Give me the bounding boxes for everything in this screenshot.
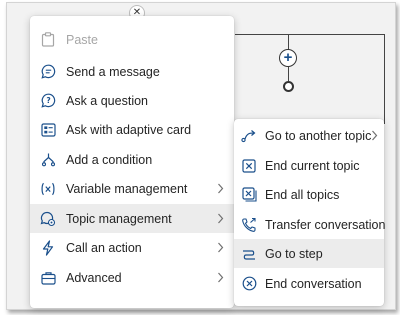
- menu-item-label: End all topics: [265, 187, 340, 202]
- menu-item-label: Call an action: [66, 240, 142, 255]
- adaptive-card-icon: [40, 122, 56, 138]
- add-node-menu: Paste Send a message ? Ask a question As…: [30, 16, 234, 308]
- question-icon: ?: [40, 93, 56, 109]
- menu-item-transfer-conversation[interactable]: Transfer conversation: [234, 210, 386, 239]
- flow-connector: [288, 34, 289, 50]
- chevron-right-icon: [214, 242, 226, 253]
- flow-end-node: [283, 81, 294, 92]
- paste-icon: [40, 32, 56, 48]
- menu-item-variable-management[interactable]: Variable management: [30, 174, 234, 203]
- chevron-right-icon: [214, 272, 226, 283]
- redirect-icon: [241, 128, 257, 144]
- menu-item-ask-adaptive-card[interactable]: Ask with adaptive card: [30, 115, 234, 144]
- menu-item-end-conversation[interactable]: End conversation: [234, 269, 384, 298]
- menu-item-label: Paste: [66, 32, 98, 47]
- menu-item-call-action[interactable]: Call an action: [30, 233, 234, 262]
- menu-item-label: Go to another topic: [265, 128, 372, 143]
- flow-connector: [288, 67, 289, 81]
- menu-item-ask-question[interactable]: ? Ask a question: [30, 86, 234, 115]
- menu-item-end-current-topic[interactable]: End current topic: [234, 151, 384, 180]
- topic-icon: [40, 211, 56, 227]
- flow-connector: [235, 34, 385, 35]
- go-to-step-icon: [241, 246, 257, 262]
- menu-item-go-to-step[interactable]: Go to step: [234, 239, 384, 268]
- menu-item-label: Send a message: [66, 64, 160, 79]
- close-box-icon: [241, 158, 257, 174]
- menu-item-label: Ask with adaptive card: [66, 122, 192, 137]
- menu-item-label: Variable management: [66, 181, 188, 196]
- briefcase-icon: [40, 270, 56, 286]
- menu-item-label: End current topic: [265, 158, 360, 173]
- menu-item-topic-management[interactable]: Topic management: [30, 204, 234, 233]
- chevron-right-icon: [214, 213, 226, 224]
- close-circle-icon: [241, 276, 257, 292]
- menu-item-end-all-topics[interactable]: End all topics: [234, 180, 384, 209]
- svg-text:?: ?: [46, 96, 50, 105]
- chevron-right-icon: [214, 183, 226, 194]
- menu-item-paste[interactable]: Paste: [30, 25, 234, 54]
- close-all-icon: [241, 187, 257, 203]
- flow-connector: [384, 34, 385, 124]
- phone-transfer-icon: [241, 217, 257, 233]
- add-node-button[interactable]: +: [279, 49, 297, 67]
- message-icon: [40, 64, 56, 80]
- menu-item-add-condition[interactable]: Add a condition: [30, 145, 234, 174]
- menu-item-label: Go to step: [265, 246, 323, 261]
- menu-item-label: End conversation: [265, 276, 362, 291]
- variable-icon: [40, 181, 56, 197]
- branch-icon: [40, 152, 56, 168]
- menu-item-label: Transfer conversation: [265, 217, 386, 232]
- menu-item-label: Add a condition: [66, 152, 153, 167]
- topic-management-submenu: Go to another topic End current topic En…: [234, 119, 386, 306]
- menu-item-send-message[interactable]: Send a message: [30, 57, 234, 86]
- chevron-right-icon: [371, 130, 378, 141]
- lightning-icon: [40, 239, 56, 256]
- menu-item-label: Ask a question: [66, 93, 148, 108]
- menu-item-label: Topic management: [66, 211, 172, 226]
- menu-item-label: Advanced: [66, 270, 122, 285]
- menu-item-advanced[interactable]: Advanced: [30, 263, 234, 292]
- menu-item-go-to-another-topic[interactable]: Go to another topic: [234, 121, 384, 150]
